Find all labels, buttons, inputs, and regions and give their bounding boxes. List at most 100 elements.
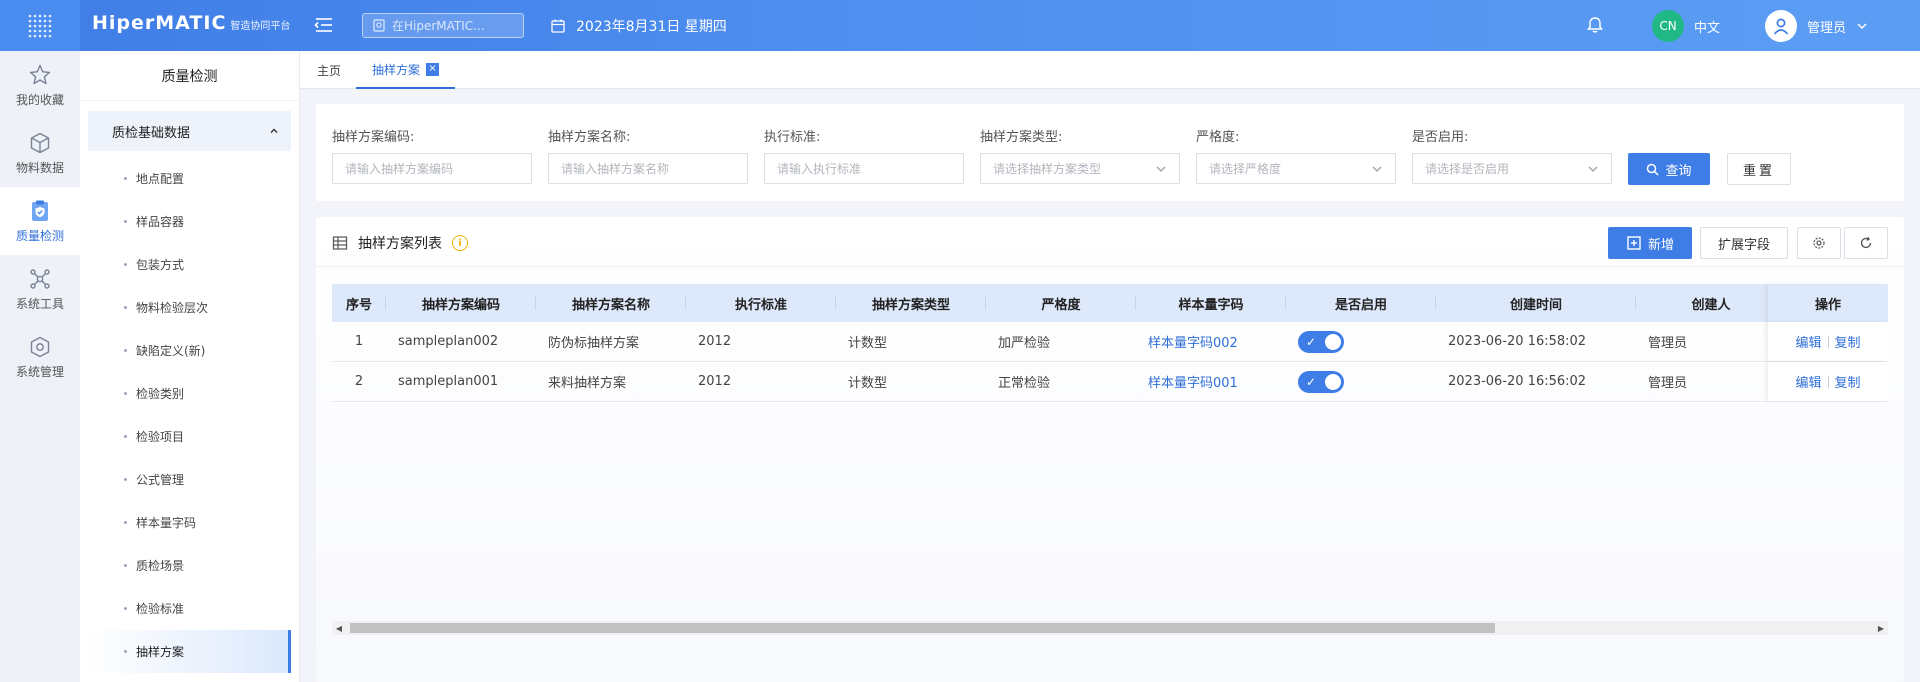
table-horizontal-scrollbar[interactable]: ◀ ▶	[332, 621, 1888, 635]
cell-created: 2023-06-20 16:58:02	[1448, 334, 1587, 349]
info-icon[interactable]: i	[452, 235, 468, 251]
menu-toggle-icon[interactable]	[313, 14, 335, 36]
extend-fields-button[interactable]: 扩展字段	[1700, 227, 1788, 259]
cell-standard: 2012	[698, 374, 732, 389]
molecule-icon	[30, 268, 50, 289]
sidebar-item[interactable]: 包装方式	[80, 243, 299, 286]
cell-letter-link[interactable]: 样本量字码002	[1136, 322, 1286, 361]
strictness-select[interactable]: 请选择严格度	[1196, 153, 1396, 184]
sidebar-item[interactable]: 检验类别	[80, 372, 299, 415]
rail-item-label: 系统管理	[15, 364, 64, 379]
tab-home[interactable]: 主页	[317, 51, 341, 89]
standard-input[interactable]: 请输入执行标准	[764, 153, 964, 184]
rail-item-system-tools[interactable]: 系统工具	[0, 255, 80, 323]
enabled-select[interactable]: 请选择是否启用	[1412, 153, 1612, 184]
col-enabled: 是否启用	[1286, 284, 1436, 322]
settings-hex-icon	[30, 336, 50, 357]
rail-item-quality-inspection[interactable]: 质量检测	[0, 187, 80, 255]
cell-type: 计数型	[848, 336, 888, 351]
panel-header: 抽样方案列表 i 新增 扩展字段	[316, 217, 1904, 267]
sidebar-item[interactable]: 质检场景	[80, 544, 299, 587]
col-ops-label: 操作	[1814, 297, 1841, 313]
enabled-toggle[interactable]: ✓	[1298, 330, 1344, 353]
sidebar-item[interactable]: 缺陷定义(新)	[80, 329, 299, 372]
user-menu[interactable]: 管理员	[1765, 10, 1868, 42]
sidebar-item-active[interactable]: 抽样方案	[88, 630, 291, 673]
cell-name: 来料抽样方案	[548, 376, 627, 391]
cell-type: 计数型	[848, 376, 888, 391]
rail-item-material-data[interactable]: 物料数据	[0, 119, 80, 187]
query-button[interactable]: 查询	[1628, 153, 1710, 185]
rail-item-system-admin[interactable]: 系统管理	[0, 323, 80, 391]
sidebar-item[interactable]: 公式管理	[80, 458, 299, 501]
filter-plan-name: 抽样方案名称: 请输入抽样方案名称	[548, 126, 748, 184]
filter-label: 执行标准:	[764, 130, 821, 145]
cell-strict: 正常检验	[998, 376, 1051, 391]
app-logo: HiperMATIC 智造协同平台	[92, 12, 290, 34]
col-name: 抽样方案名称	[536, 284, 686, 322]
input-placeholder: 请选择是否启用	[1425, 162, 1510, 176]
cell-creator: 管理员	[1648, 336, 1688, 351]
shield-clipboard-icon	[32, 200, 48, 221]
cell-strict: 加严检验	[998, 336, 1051, 351]
tab-sampling-plan[interactable]: 抽样方案 ×	[356, 51, 456, 89]
cell-code: sampleplan001	[398, 374, 499, 389]
sub-sidebar: 质量检测 质检基础数据 地点配置 样品容器 包装方式 物料检验层次 缺陷定义(新…	[80, 51, 300, 682]
cell-no: 2	[354, 374, 364, 389]
filter-label: 抽样方案名称:	[548, 130, 631, 145]
app-grid-icon[interactable]	[0, 0, 80, 51]
scrollbar-thumb[interactable]	[350, 623, 1495, 633]
rail-item-favorites[interactable]: 我的收藏	[0, 51, 80, 119]
extend-fields-label: 扩展字段	[1717, 237, 1770, 253]
copy-link[interactable]: 复制	[1835, 332, 1861, 351]
reset-button[interactable]: 重置	[1727, 153, 1791, 185]
filter-plan-code: 抽样方案编码: 请输入抽样方案编码	[332, 126, 532, 184]
col-created: 创建时间	[1436, 284, 1636, 322]
filter-strictness: 严格度: 请选择严格度	[1196, 126, 1396, 184]
language-badge: CN	[1652, 10, 1684, 42]
module-rail: 我的收藏 物料数据 质量检测 系统工具 系统管理	[0, 51, 80, 682]
sidebar-item-label: 公式管理	[136, 473, 185, 487]
scroll-left-icon[interactable]: ◀	[332, 621, 346, 635]
bell-icon[interactable]	[1585, 15, 1605, 39]
divider	[1827, 335, 1829, 348]
table-row[interactable]: 2 sampleplan001 来料抽样方案 2012 计数型 正常检验 样本量…	[332, 362, 1888, 402]
sidebar-item[interactable]: 样品容器	[80, 200, 299, 243]
sidebar-group-quality-base-data[interactable]: 质检基础数据	[88, 111, 291, 151]
col-ops: 操作	[1768, 284, 1888, 322]
scroll-right-icon[interactable]: ▶	[1874, 621, 1888, 635]
edit-link[interactable]: 编辑	[1795, 332, 1821, 351]
plan-code-input[interactable]: 请输入抽样方案编码	[332, 153, 532, 184]
language-label: 中文	[1694, 20, 1721, 36]
user-avatar-icon	[1765, 10, 1797, 42]
sidebar-group-label: 质检基础数据	[112, 125, 191, 141]
sidebar-item[interactable]: 样本量字码	[80, 501, 299, 544]
col-standard: 执行标准	[686, 284, 836, 322]
input-placeholder: 请输入抽样方案名称	[561, 162, 670, 176]
sidebar-item[interactable]: 检验标准	[80, 587, 299, 630]
cell-code: sampleplan002	[398, 334, 499, 349]
settings-button[interactable]	[1797, 227, 1841, 259]
plan-name-input[interactable]: 请输入抽样方案名称	[548, 153, 748, 184]
copy-link[interactable]: 复制	[1835, 372, 1861, 391]
sidebar-item[interactable]: 物料检验层次	[80, 286, 299, 329]
refresh-button[interactable]	[1844, 227, 1888, 259]
sidebar-item[interactable]: 检验项目	[80, 415, 299, 458]
sidebar-item-label: 样本量字码	[136, 516, 197, 530]
sidebar-item-label: 质检场景	[136, 559, 185, 573]
plan-type-select[interactable]: 请选择抽样方案类型	[980, 153, 1180, 184]
input-placeholder: 请选择严格度	[1209, 162, 1282, 176]
add-button[interactable]: 新增	[1608, 227, 1692, 259]
cell-letter-link[interactable]: 样本量字码001	[1136, 362, 1286, 401]
rail-item-label: 我的收藏	[15, 92, 64, 107]
global-search-input[interactable]: 在HiperMATIC...	[362, 13, 524, 38]
sidebar-item[interactable]: 地点配置	[80, 157, 299, 200]
close-icon[interactable]: ×	[426, 62, 440, 76]
sidebar-item-label: 样品容器	[136, 215, 185, 229]
add-button-label: 新增	[1647, 237, 1674, 253]
table-row[interactable]: 1 sampleplan002 防伪标抽样方案 2012 计数型 加严检验 样本…	[332, 322, 1888, 362]
edit-link[interactable]: 编辑	[1795, 372, 1821, 391]
language-switch[interactable]: CN 中文	[1652, 10, 1720, 42]
col-creator: 创建人	[1691, 297, 1731, 313]
enabled-toggle[interactable]: ✓	[1298, 370, 1344, 393]
